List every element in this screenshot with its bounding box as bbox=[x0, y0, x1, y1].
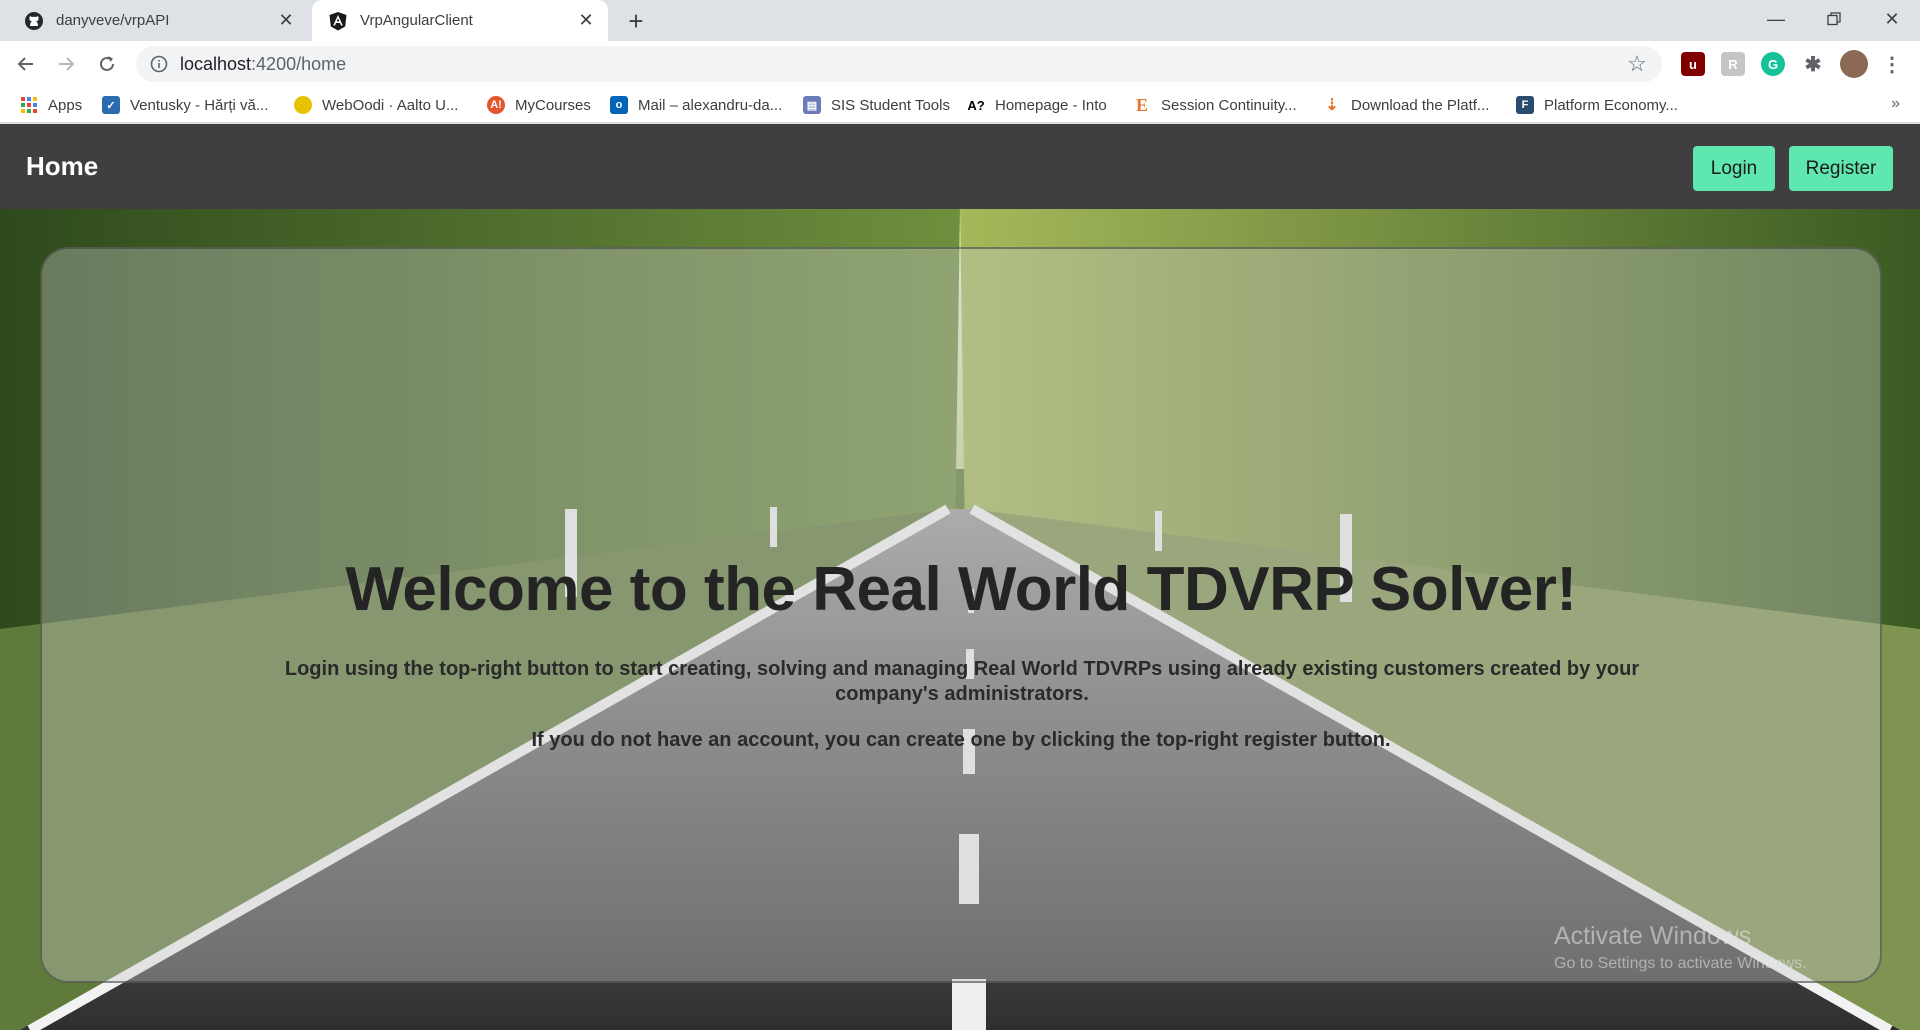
page-viewport: Home Login Register Welcome to the Real … bbox=[0, 124, 1920, 1030]
sis-icon: ▤ bbox=[803, 96, 821, 114]
bookmark-label: Download the Platf... bbox=[1351, 96, 1490, 114]
bookmark-apps[interactable]: Apps bbox=[20, 94, 82, 116]
chrome-menu-icon[interactable]: ⋮ bbox=[1880, 52, 1904, 76]
close-tab-icon[interactable]: ✕ bbox=[274, 9, 298, 33]
angular-icon bbox=[328, 11, 348, 31]
into-icon: A? bbox=[967, 97, 985, 113]
welcome-heading: Welcome to the Real World TDVRP Solver! bbox=[345, 555, 1577, 624]
bookmark-label: WebOodi · Aalto U... bbox=[322, 96, 459, 114]
bookmark-session-continuity[interactable]: E Session Continuity... bbox=[1133, 94, 1297, 116]
tab-vrpangularclient[interactable]: VrpAngularClient ✕ bbox=[312, 0, 608, 41]
ublock-icon[interactable]: u bbox=[1681, 52, 1705, 76]
activate-windows-watermark: Activate Windows Go to Settings to activ… bbox=[1554, 922, 1807, 973]
bookmark-into[interactable]: A? Homepage - Into bbox=[967, 94, 1107, 116]
bookmark-label: Homepage - Into bbox=[995, 96, 1107, 114]
apps-grid-icon bbox=[20, 96, 38, 114]
bookmark-label: Mail – alexandru-da... bbox=[638, 96, 783, 114]
bookmark-star-icon[interactable]: ☆ bbox=[1626, 53, 1648, 75]
bookmark-ventusky[interactable]: ✓ Ventusky - Hărți vă... bbox=[102, 94, 268, 116]
bookmarks-bar: Apps ✓ Ventusky - Hărți vă... WebOodi · … bbox=[0, 87, 1920, 123]
new-tab-button[interactable]: + bbox=[620, 6, 652, 36]
bookmark-label: Apps bbox=[48, 96, 83, 114]
weboodi-icon bbox=[294, 96, 312, 114]
bookmark-platform-economy[interactable]: F Platform Economy... bbox=[1516, 94, 1678, 116]
back-icon[interactable] bbox=[10, 48, 42, 80]
address-bar[interactable]: localhost:4200/home ☆ bbox=[136, 46, 1662, 82]
bookmark-label: SIS Student Tools bbox=[831, 96, 950, 114]
profile-avatar[interactable] bbox=[1840, 50, 1868, 78]
minimize-icon[interactable]: — bbox=[1748, 0, 1804, 38]
tab-strip: danyveve/vrpAPI ✕ VrpAngularClient ✕ + —… bbox=[0, 0, 1920, 41]
bookmark-mail[interactable]: o Mail – alexandru-da... bbox=[610, 94, 782, 116]
tab-title: VrpAngularClient bbox=[360, 12, 473, 29]
github-icon bbox=[24, 11, 44, 31]
bookmark-label: Ventusky - Hărți vă... bbox=[130, 96, 269, 114]
bookmark-weboodi[interactable]: WebOodi · Aalto U... bbox=[294, 94, 458, 116]
hero-background: Welcome to the Real World TDVRP Solver! … bbox=[0, 209, 1920, 1030]
login-button[interactable]: Login bbox=[1693, 146, 1775, 191]
bookmark-mycourses[interactable]: A! MyCourses bbox=[487, 94, 591, 116]
session-icon: E bbox=[1135, 94, 1148, 115]
reload-icon[interactable] bbox=[91, 48, 123, 80]
watermark-title: Activate Windows bbox=[1554, 922, 1752, 950]
close-window-icon[interactable]: ✕ bbox=[1864, 0, 1920, 38]
login-instructions: Login using the top-right button to star… bbox=[284, 658, 1640, 705]
welcome-card: Welcome to the Real World TDVRP Solver! … bbox=[40, 247, 1882, 983]
bookmark-label: Platform Economy... bbox=[1544, 96, 1678, 114]
ventusky-icon: ✓ bbox=[102, 96, 120, 114]
close-tab-icon[interactable]: ✕ bbox=[574, 9, 598, 33]
platform-icon: F bbox=[1516, 96, 1534, 114]
register-button[interactable]: Register bbox=[1789, 146, 1893, 191]
mycourses-icon: A! bbox=[487, 96, 505, 114]
bookmark-label: MyCourses bbox=[515, 96, 591, 114]
site-info-icon[interactable] bbox=[150, 55, 168, 73]
navbar-brand-home[interactable]: Home bbox=[26, 151, 98, 182]
bookmark-label: Session Continuity... bbox=[1161, 96, 1297, 114]
tab-title: danyveve/vrpAPI bbox=[56, 12, 170, 29]
bookmark-sis[interactable]: ▤ SIS Student Tools bbox=[803, 94, 950, 116]
forward-icon[interactable] bbox=[50, 48, 82, 80]
browser-toolbar: localhost:4200/home ☆ u R G ✱ ⋮ bbox=[0, 41, 1920, 87]
url-text: localhost:4200/home bbox=[180, 53, 347, 74]
restore-icon[interactable] bbox=[1806, 0, 1862, 38]
register-instructions: If you do not have an account, you can c… bbox=[531, 729, 1391, 751]
download-icon: ⇣ bbox=[1325, 97, 1339, 114]
outlook-icon: o bbox=[610, 96, 628, 114]
tab-vrpapi[interactable]: danyveve/vrpAPI ✕ bbox=[8, 0, 308, 41]
watermark-subtitle: Go to Settings to activate Windows. bbox=[1554, 955, 1807, 972]
app-navbar: Home Login Register bbox=[0, 124, 1920, 209]
extension-icon[interactable]: R bbox=[1721, 52, 1745, 76]
more-bookmarks-icon[interactable]: » bbox=[1891, 95, 1900, 113]
grammarly-icon[interactable]: G bbox=[1761, 52, 1785, 76]
extensions-puzzle-icon[interactable]: ✱ bbox=[1801, 52, 1825, 76]
bookmark-download-platform[interactable]: ⇣ Download the Platf... bbox=[1323, 94, 1489, 116]
